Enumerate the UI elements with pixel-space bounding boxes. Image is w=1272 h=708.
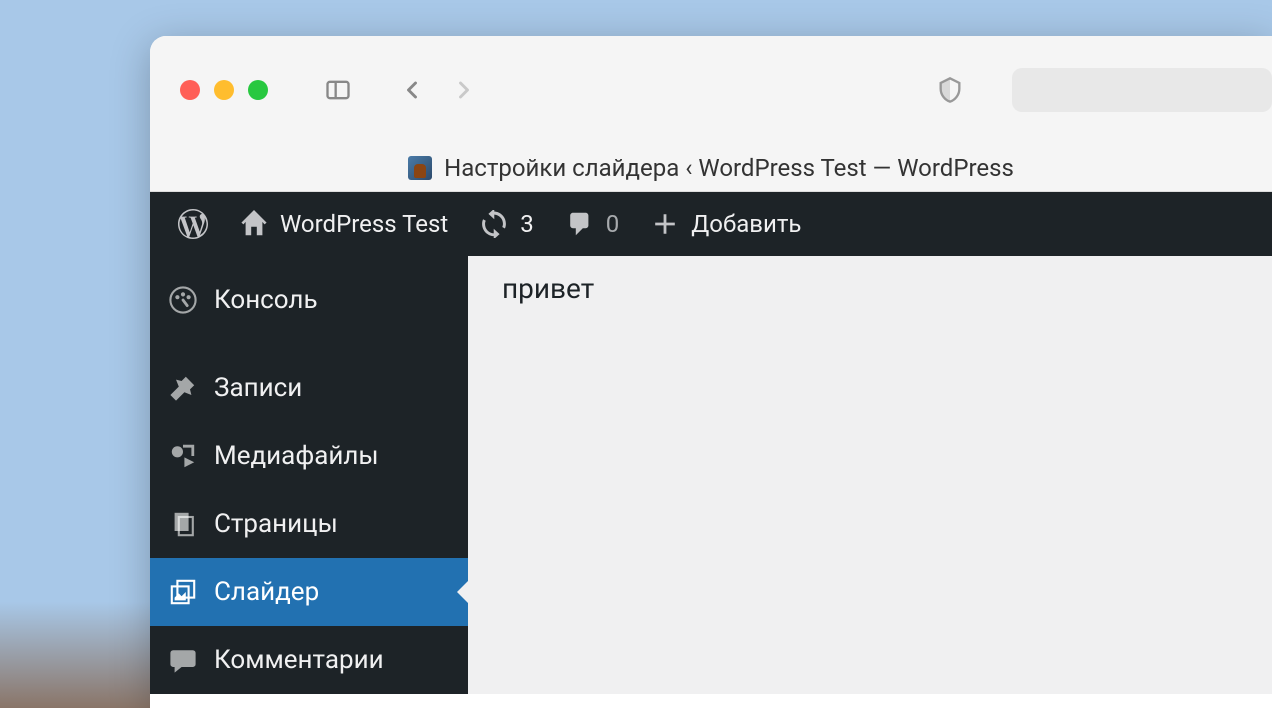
admin-sidebar: Консоль Записи Медиафайлы (150, 256, 468, 694)
browser-toolbar (150, 36, 1272, 144)
admin-bar: WordPress Test 3 0 Добавить (150, 192, 1272, 256)
forward-button[interactable] (442, 72, 486, 108)
menu-label: Страницы (214, 509, 338, 539)
menu-label: Медиафайлы (214, 441, 379, 471)
comment-icon (168, 645, 198, 675)
menu-separator (150, 334, 468, 354)
menu-item-media[interactable]: Медиафайлы (150, 422, 468, 490)
chevron-left-icon (398, 76, 426, 104)
favicon (408, 156, 432, 180)
url-bar[interactable] (1012, 68, 1272, 112)
gallery-icon (168, 577, 198, 607)
shield-icon (936, 76, 964, 104)
pin-icon (168, 373, 198, 403)
comments-menu[interactable]: 0 (550, 192, 636, 256)
update-icon (480, 210, 508, 238)
browser-window: Настройки слайдера ‹ WordPress Test — Wo… (150, 36, 1272, 708)
menu-label: Комментарии (214, 645, 384, 675)
tab-title: Настройки слайдера ‹ WordPress Test — Wo… (444, 154, 1014, 182)
sidebar-toggle-button[interactable] (316, 72, 360, 108)
window-controls (180, 80, 268, 100)
menu-label: Консоль (214, 285, 318, 315)
menu-label: Записи (214, 373, 302, 403)
main-content: привет (468, 256, 1272, 694)
updates-menu[interactable]: 3 (464, 192, 550, 256)
home-icon (240, 210, 268, 238)
wp-admin: WordPress Test 3 0 Добавить (150, 192, 1272, 694)
menu-item-pages[interactable]: Страницы (150, 490, 468, 558)
wp-content: Консоль Записи Медиафайлы (150, 256, 1272, 694)
dashboard-icon (168, 285, 198, 315)
sidebar-icon (324, 76, 352, 104)
add-new-menu[interactable]: Добавить (635, 192, 817, 256)
wordpress-logo-icon (178, 209, 208, 239)
updates-count: 3 (520, 210, 534, 238)
pages-icon (168, 509, 198, 539)
plus-icon (651, 210, 679, 238)
site-name-label: WordPress Test (280, 210, 448, 238)
menu-label: Слайдер (214, 577, 319, 607)
minimize-window-button[interactable] (214, 80, 234, 100)
add-new-label: Добавить (691, 210, 801, 238)
close-window-button[interactable] (180, 80, 200, 100)
maximize-window-button[interactable] (248, 80, 268, 100)
menu-item-posts[interactable]: Записи (150, 354, 468, 422)
media-icon (168, 441, 198, 471)
comment-icon (566, 210, 594, 238)
comments-count: 0 (606, 210, 620, 238)
back-button[interactable] (390, 72, 434, 108)
nav-arrows (390, 72, 486, 108)
site-name-menu[interactable]: WordPress Test (224, 192, 464, 256)
chevron-right-icon (450, 76, 478, 104)
content-text: привет (502, 272, 594, 305)
privacy-shield-button[interactable] (928, 72, 972, 108)
wp-logo-menu[interactable] (162, 192, 224, 256)
menu-item-comments[interactable]: Комментарии (150, 626, 468, 694)
menu-item-dashboard[interactable]: Консоль (150, 266, 468, 334)
menu-item-slider[interactable]: Слайдер (150, 558, 468, 626)
tab-strip: Настройки слайдера ‹ WordPress Test — Wo… (150, 144, 1272, 192)
